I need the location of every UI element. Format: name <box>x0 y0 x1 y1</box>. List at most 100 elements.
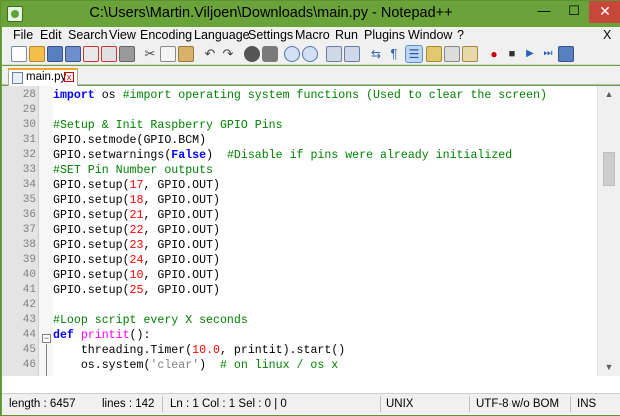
code-line[interactable]: GPIO.setup(10, GPIO.OUT) <box>53 268 220 283</box>
zoom-in-icon[interactable] <box>284 46 300 62</box>
stop-recording-icon[interactable]: ■ <box>504 46 520 62</box>
status-separator <box>570 396 571 412</box>
word-wrap-icon[interactable]: ⇆ <box>368 46 384 62</box>
line-number[interactable]: 46 <box>2 358 36 373</box>
menu-run[interactable]: Run <box>335 28 358 42</box>
save-macro-icon[interactable] <box>558 46 574 62</box>
line-number[interactable]: 38 <box>2 238 36 253</box>
code-line[interactable]: threading.Timer(10.0, printit).start() <box>53 343 345 358</box>
code-line[interactable]: def printit(): <box>53 328 150 343</box>
show-all-characters-icon[interactable]: ¶ <box>386 46 402 62</box>
line-number[interactable]: 31 <box>2 133 36 148</box>
menu-search[interactable]: Search <box>68 28 108 42</box>
tab-main-py[interactable]: main.py x <box>8 68 78 86</box>
fold-margin[interactable]: − <box>39 86 53 376</box>
line-number[interactable]: 28 <box>2 88 36 103</box>
menu-plugins[interactable]: Plugins <box>364 28 405 42</box>
line-number[interactable]: 34 <box>2 178 36 193</box>
cut-icon[interactable]: ✂ <box>142 46 158 62</box>
vertical-scrollbar[interactable]: ▲ ▼ <box>597 86 620 376</box>
save-all-icon[interactable] <box>65 46 81 62</box>
document-map-icon[interactable] <box>444 46 460 62</box>
code-line[interactable]: GPIO.setup(18, GPIO.OUT) <box>53 193 220 208</box>
print-icon[interactable] <box>119 46 135 62</box>
close-all-icon[interactable] <box>101 46 117 62</box>
run-macro-multiple-icon[interactable]: ⏭ <box>540 46 556 62</box>
line-number[interactable]: 36 <box>2 208 36 223</box>
line-number[interactable]: 35 <box>2 193 36 208</box>
code-line[interactable]: #SET Pin Number outputs <box>53 163 213 178</box>
menu-file[interactable]: File <box>13 28 33 42</box>
line-number[interactable]: 43 <box>2 313 36 328</box>
editor[interactable]: 28 29 30 31 32 33 34 35 36 37 38 39 40 41 42 43 44 45 46 −… <box>2 86 620 376</box>
menu-settings[interactable]: Settings <box>248 28 293 42</box>
line-number[interactable]: 41 <box>2 283 36 298</box>
record-macro-icon[interactable]: ● <box>486 46 502 62</box>
code-line[interactable]: GPIO.setup(22, GPIO.OUT) <box>53 223 220 238</box>
line-number[interactable]: 37 <box>2 223 36 238</box>
menu-language[interactable]: Language <box>194 28 250 42</box>
code-line[interactable]: #Loop script every X seconds <box>53 313 248 328</box>
menu-edit[interactable]: Edit <box>40 28 62 42</box>
code-line[interactable]: GPIO.setmode(GPIO.BCM) <box>53 133 206 148</box>
play-macro-icon[interactable]: ▶ <box>522 46 538 62</box>
line-number[interactable]: 30 <box>2 118 36 133</box>
line-number-gutter: 28 29 30 31 32 33 34 35 36 37 38 39 40 41 42 43 44 45 46 <box>2 86 39 376</box>
redo-icon[interactable]: ↷ <box>220 46 236 62</box>
code-line[interactable]: GPIO.setup(25, GPIO.OUT) <box>53 283 220 298</box>
code-line[interactable]: GPIO.setup(23, GPIO.OUT) <box>53 238 220 253</box>
code-line[interactable]: #Setup & Init Raspberry GPIO Pins <box>53 118 283 133</box>
zoom-out-icon[interactable] <box>302 46 318 62</box>
code-token: #Loop script every X seconds <box>53 314 248 327</box>
menu-help[interactable]: ? <box>457 28 464 42</box>
code-token: os.system( <box>53 359 151 372</box>
undo-icon[interactable]: ↶ <box>202 46 218 62</box>
save-icon[interactable] <box>47 46 63 62</box>
paste-icon[interactable] <box>178 46 194 62</box>
sync-vertical-icon[interactable] <box>326 46 342 62</box>
sync-horizontal-icon[interactable] <box>344 46 360 62</box>
line-number[interactable]: 39 <box>2 253 36 268</box>
code-line[interactable]: GPIO.setwarnings(False) #Disable if pins… <box>53 148 512 163</box>
line-number[interactable]: 32 <box>2 148 36 163</box>
scrollbar-thumb[interactable] <box>603 152 615 186</box>
scroll-up-arrow-icon[interactable]: ▲ <box>598 86 620 103</box>
code-token: , GPIO.OUT) <box>143 254 220 267</box>
line-number[interactable]: 42 <box>2 298 36 313</box>
open-file-icon[interactable] <box>29 46 45 62</box>
title-bar[interactable]: C:\Users\Martin.Viljoen\Downloads\main.p… <box>1 1 620 27</box>
line-number[interactable]: 44 <box>2 328 36 343</box>
scroll-down-arrow-icon[interactable]: ▼ <box>598 359 620 376</box>
copy-icon[interactable] <box>160 46 176 62</box>
line-number[interactable]: 45 <box>2 343 36 358</box>
close-document-button[interactable]: X <box>603 28 611 42</box>
code-line[interactable]: GPIO.setup(21, GPIO.OUT) <box>53 208 220 223</box>
code-token: , GPIO.OUT) <box>143 179 220 192</box>
menu-encoding[interactable]: Encoding <box>140 28 192 42</box>
code-line[interactable]: GPIO.setup(17, GPIO.OUT) <box>53 178 220 193</box>
menu-macro[interactable]: Macro <box>295 28 330 42</box>
find-icon[interactable] <box>244 46 260 62</box>
tab-close-icon[interactable]: x <box>64 72 74 82</box>
menu-view[interactable]: View <box>109 28 136 42</box>
menu-window[interactable]: Window <box>408 28 452 42</box>
function-list-icon[interactable] <box>462 46 478 62</box>
minimize-button[interactable]: — <box>529 1 559 23</box>
new-file-icon[interactable] <box>11 46 27 62</box>
code-area[interactable]: import os #import operating system funct… <box>53 86 596 376</box>
user-defined-language-icon[interactable] <box>426 46 442 62</box>
line-number[interactable]: 29 <box>2 103 36 118</box>
code-line[interactable]: GPIO.setup(24, GPIO.OUT) <box>53 253 220 268</box>
close-window-button[interactable]: ✕ <box>589 1 620 23</box>
fold-toggle-icon[interactable]: − <box>42 334 51 343</box>
code-line[interactable]: import os #import operating system funct… <box>53 88 547 103</box>
replace-icon[interactable] <box>262 46 278 62</box>
close-icon[interactable] <box>83 46 99 62</box>
code-token: , GPIO.OUT) <box>143 209 220 222</box>
line-number[interactable]: 40 <box>2 268 36 283</box>
maximize-button[interactable]: ☐ <box>559 1 589 23</box>
code-token: (): <box>129 329 151 342</box>
line-number[interactable]: 33 <box>2 163 36 178</box>
indent-guide-icon[interactable]: ☰ <box>405 45 423 63</box>
code-line[interactable]: os.system('clear') # on linux / os x <box>53 358 338 373</box>
